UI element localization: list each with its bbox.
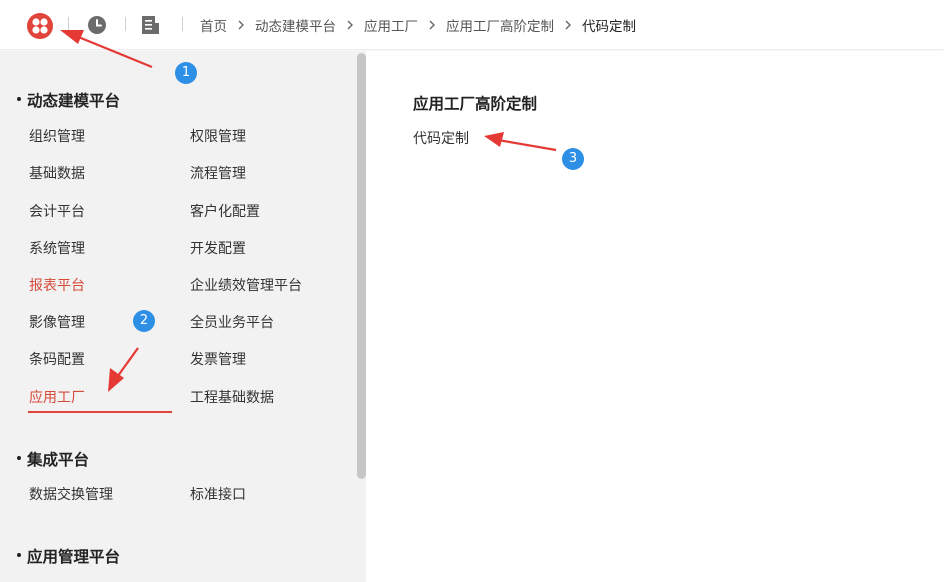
section-title-app-management: 应用管理平台 [17, 545, 120, 567]
menu-item-accounting-platform[interactable]: 会计平台 [29, 201, 85, 221]
menu-item-process-management[interactable]: 流程管理 [190, 163, 246, 183]
section-title-label: 应用管理平台 [27, 548, 121, 566]
menu-item-system-management[interactable]: 系统管理 [29, 238, 85, 258]
active-item-underline [28, 411, 172, 413]
menu-item-image-management[interactable]: 影像管理 [29, 312, 85, 332]
menu-item-barcode-config[interactable]: 条码配置 [29, 349, 85, 369]
main-content: 应用工厂高阶定制 代码定制 [366, 51, 944, 582]
chevron-right-icon [429, 20, 435, 30]
bullet-dot [17, 552, 21, 557]
menu-item-all-staff-platform[interactable]: 全员业务平台 [190, 312, 274, 332]
menu-item-invoice-management[interactable]: 发票管理 [190, 349, 246, 369]
menu-item-data-exchange[interactable]: 数据交换管理 [29, 484, 113, 504]
breadcrumb-code-customization: 代码定制 [582, 19, 636, 35]
bullet-dot [17, 96, 21, 101]
sidebar: 动态建模平台 组织管理 权限管理 基础数据 流程管理 会计平台 客户化配置 系统… [0, 51, 366, 582]
separator [182, 17, 183, 31]
breadcrumb: 首页 动态建模平台 应用工厂 应用工厂高阶定制 代码定制 [200, 0, 636, 50]
menu-item-performance-platform[interactable]: 企业绩效管理平台 [190, 275, 302, 295]
section-title-label: 动态建模平台 [27, 92, 121, 110]
separator [68, 17, 69, 31]
menu-item-engineering-data[interactable]: 工程基础数据 [190, 387, 274, 407]
section-title-label: 集成平台 [27, 451, 90, 469]
sidebar-scrollbar[interactable] [357, 53, 366, 479]
code-customization-link[interactable]: 代码定制 [413, 128, 469, 148]
breadcrumb-dynamic-modeling[interactable]: 动态建模平台 [255, 15, 336, 35]
annotation-badge-1: 1 [175, 62, 197, 84]
menu-item-org-management[interactable]: 组织管理 [29, 126, 85, 146]
content-title: 应用工厂高阶定制 [413, 95, 538, 113]
section-title-integration: 集成平台 [17, 448, 89, 470]
menu-item-base-data[interactable]: 基础数据 [29, 163, 85, 183]
chevron-right-icon [238, 20, 244, 30]
breadcrumb-advanced-customization[interactable]: 应用工厂高阶定制 [446, 15, 554, 35]
menu-item-report-platform[interactable]: 报表平台 [29, 275, 85, 295]
breadcrumb-home[interactable]: 首页 [200, 15, 227, 35]
clock-icon[interactable] [86, 14, 108, 36]
section-title-dynamic-modeling: 动态建模平台 [17, 89, 120, 111]
annotation-badge-2: 2 [133, 310, 155, 332]
menu-item-customization-config[interactable]: 客户化配置 [190, 201, 260, 221]
bullet-dot [17, 455, 21, 460]
menu-item-dev-config[interactable]: 开发配置 [190, 238, 246, 258]
top-bar: 首页 动态建模平台 应用工厂 应用工厂高阶定制 代码定制 [0, 0, 944, 50]
separator [125, 17, 126, 31]
menu-item-permission-management[interactable]: 权限管理 [190, 126, 246, 146]
chevron-right-icon [347, 20, 353, 30]
menu-item-app-factory[interactable]: 应用工厂 [29, 387, 85, 407]
menu-item-standard-interface[interactable]: 标准接口 [190, 484, 246, 504]
annotation-badge-3: 3 [562, 148, 584, 170]
chevron-right-icon [565, 20, 571, 30]
document-icon[interactable] [139, 14, 161, 36]
app-logo-icon[interactable] [27, 13, 53, 39]
breadcrumb-app-factory[interactable]: 应用工厂 [364, 15, 418, 35]
